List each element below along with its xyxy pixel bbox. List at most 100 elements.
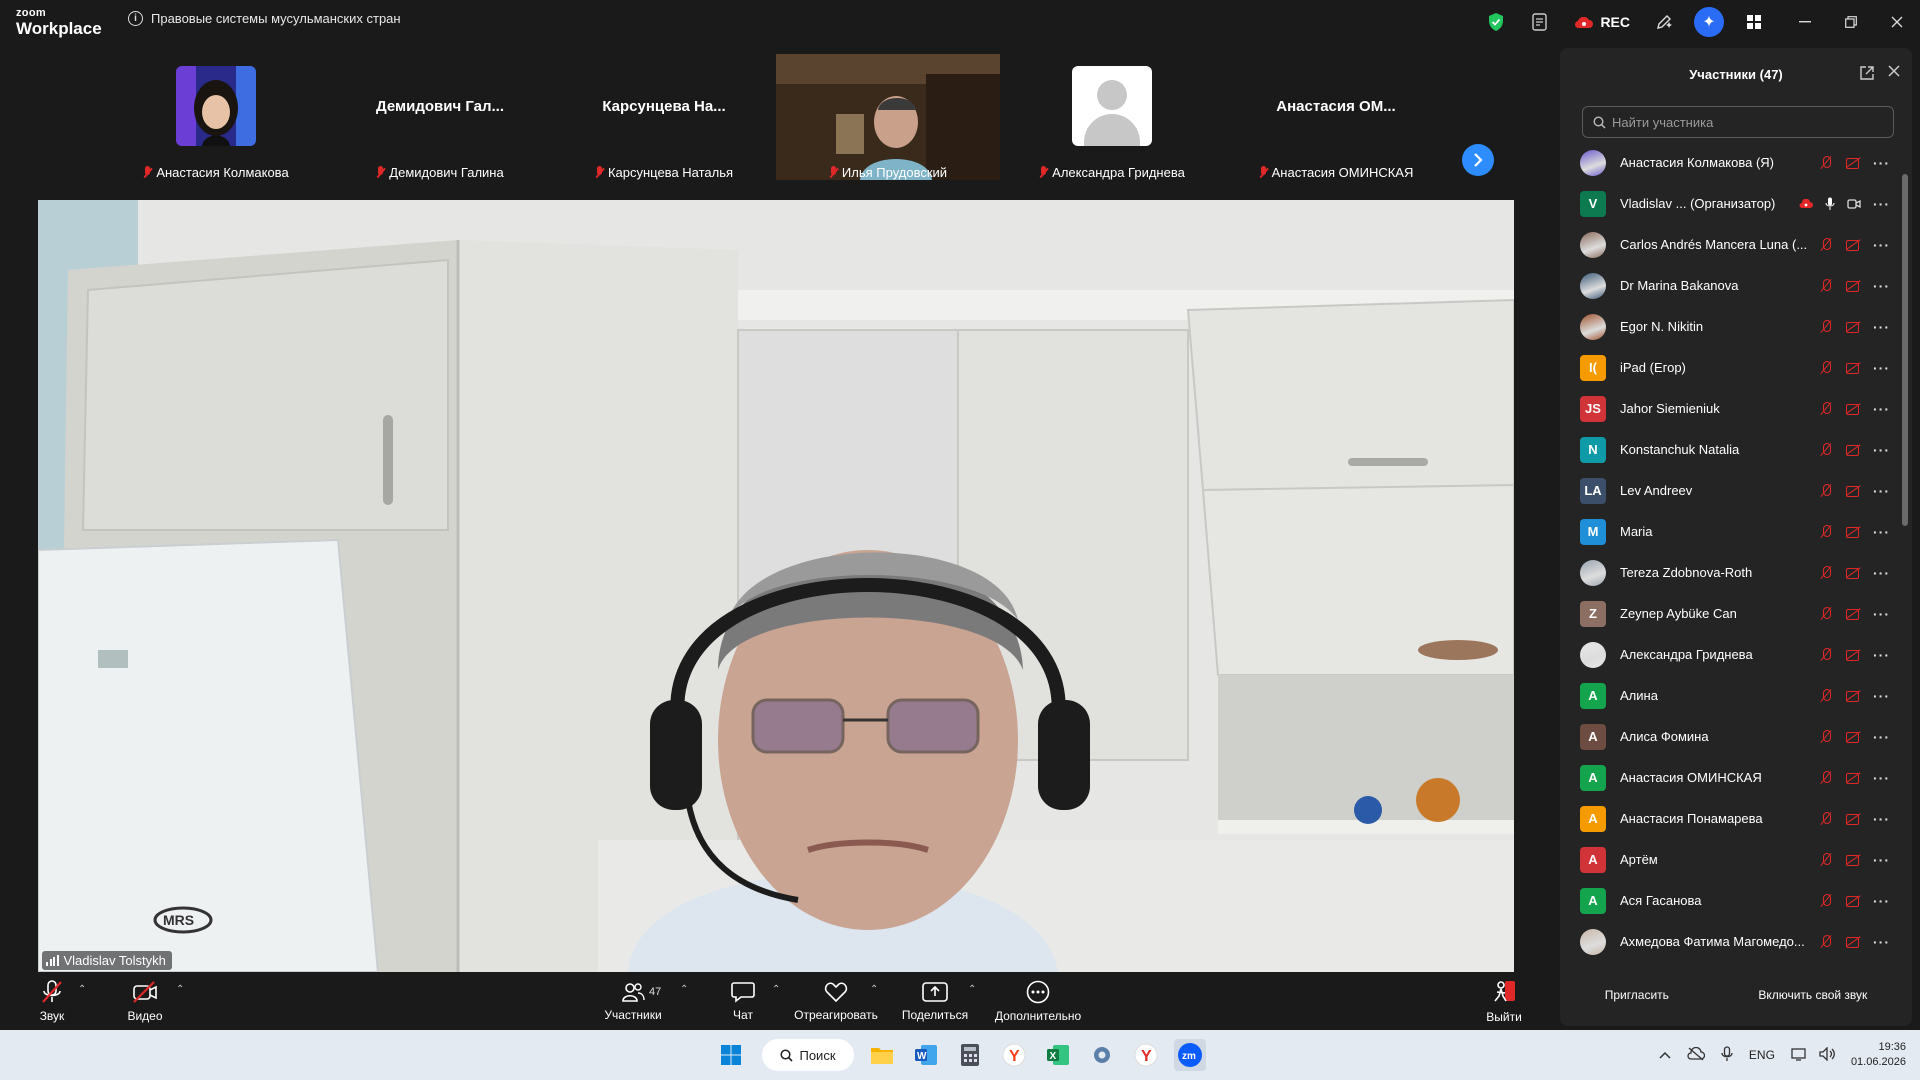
participant-more-icon[interactable]: ···: [1873, 647, 1890, 663]
camera-off-icon[interactable]: [1846, 402, 1861, 415]
video-button[interactable]: Видео: [124, 972, 166, 1030]
participant-more-icon[interactable]: ···: [1873, 483, 1890, 499]
excel-icon[interactable]: X: [1042, 1039, 1074, 1071]
participant-row[interactable]: Ахмедова Фатима Магомедо... ···: [1560, 921, 1900, 962]
share-button[interactable]: Поделиться: [900, 972, 970, 1030]
participant-search[interactable]: [1582, 106, 1894, 138]
participant-more-icon[interactable]: ···: [1873, 237, 1890, 253]
mic-muted-icon[interactable]: [1819, 238, 1834, 251]
camera-off-icon[interactable]: [1846, 566, 1861, 579]
chat-options-caret[interactable]: ⌃: [772, 984, 780, 995]
ai-companion-icon[interactable]: ✦: [1694, 7, 1724, 37]
camera-off-icon[interactable]: [1846, 238, 1861, 251]
camera-off-icon[interactable]: [1846, 443, 1861, 456]
gallery-next-page-button[interactable]: [1462, 144, 1494, 176]
participant-more-icon[interactable]: ···: [1873, 688, 1890, 704]
mic-muted-icon[interactable]: [1819, 853, 1834, 866]
yandex-browser-icon[interactable]: Y: [998, 1039, 1030, 1071]
mic-muted-icon[interactable]: [1819, 771, 1834, 784]
participant-row[interactable]: Анастасия Колмакова (Я) ···: [1560, 142, 1900, 183]
apps-grid-icon[interactable]: [1732, 0, 1776, 44]
more-button[interactable]: Дополнительно: [992, 972, 1084, 1030]
participant-more-icon[interactable]: ···: [1873, 401, 1890, 417]
calculator-icon[interactable]: [954, 1039, 986, 1071]
audio-options-caret[interactable]: ⌃: [78, 984, 86, 995]
participant-row[interactable]: N Konstanchuk Natalia ···: [1560, 429, 1900, 470]
participant-more-icon[interactable]: ···: [1873, 319, 1890, 335]
participant-row[interactable]: Dr Marina Bakanova ···: [1560, 265, 1900, 306]
participant-more-icon[interactable]: ···: [1873, 524, 1890, 540]
camera-off-icon[interactable]: [1846, 894, 1861, 907]
camera-off-icon[interactable]: [1846, 279, 1861, 292]
participants-scrollbar-thumb[interactable]: [1902, 174, 1908, 526]
mic-muted-icon[interactable]: [1819, 812, 1834, 825]
taskbar-search[interactable]: Поиск: [762, 1039, 854, 1071]
tray-overflow-chevron-icon[interactable]: [1659, 1048, 1671, 1062]
chat-button[interactable]: Чат: [728, 972, 758, 1030]
participant-more-icon[interactable]: ···: [1873, 893, 1890, 909]
participant-tile[interactable]: Анастасия Колмакова: [104, 54, 328, 180]
mic-muted-icon[interactable]: [1819, 566, 1834, 579]
minimize-button[interactable]: [1782, 0, 1828, 44]
camera-off-icon[interactable]: [1846, 361, 1861, 374]
camera-off-icon[interactable]: [1846, 525, 1861, 538]
camera-off-icon[interactable]: [1846, 812, 1861, 825]
mic-muted-icon[interactable]: [1819, 443, 1834, 456]
participant-row[interactable]: Александра Гриднева ···: [1560, 634, 1900, 675]
participant-tile[interactable]: Анастасия ОМ... Анастасия ОМИНСКАЯ: [1224, 54, 1448, 180]
unmute-self-button[interactable]: Включить свой звук: [1746, 980, 1879, 1010]
mic-muted-icon[interactable]: [1819, 156, 1834, 169]
mic-muted-icon[interactable]: [1819, 689, 1834, 702]
participant-row[interactable]: V Vladislav ... (Организатор) ···: [1560, 183, 1900, 224]
camera-off-icon[interactable]: [1846, 484, 1861, 497]
zoom-app-icon[interactable]: zm: [1174, 1039, 1206, 1071]
participant-more-icon[interactable]: ···: [1873, 196, 1890, 212]
annotate-pen-icon[interactable]: [1642, 0, 1686, 44]
camera-off-icon[interactable]: [1846, 156, 1861, 169]
participant-row[interactable]: А Артём ···: [1560, 839, 1900, 880]
camera-off-icon[interactable]: [1846, 935, 1861, 948]
participant-row[interactable]: Tereza Zdobnova-Roth ···: [1560, 552, 1900, 593]
camera-off-icon[interactable]: [1846, 689, 1861, 702]
notes-icon[interactable]: [1518, 0, 1562, 44]
camera-off-icon[interactable]: [1846, 730, 1861, 743]
close-panel-icon[interactable]: [1888, 64, 1900, 82]
mic-muted-icon[interactable]: [1819, 525, 1834, 538]
participant-row[interactable]: Egor N. Nikitin ···: [1560, 306, 1900, 347]
participant-row[interactable]: LA Lev Andreev ···: [1560, 470, 1900, 511]
participant-more-icon[interactable]: ···: [1873, 729, 1890, 745]
react-button[interactable]: Отреагировать: [792, 972, 880, 1030]
restore-button[interactable]: [1828, 0, 1874, 44]
participant-tile[interactable]: Демидович Гал... Демидович Галина: [328, 54, 552, 181]
participant-row[interactable]: А Алиса Фомина ···: [1560, 716, 1900, 757]
participant-row[interactable]: А Анастасия ОМИНСКАЯ ···: [1560, 757, 1900, 798]
participant-more-icon[interactable]: ···: [1873, 934, 1890, 950]
mic-muted-icon[interactable]: [1819, 361, 1834, 374]
participant-row[interactable]: А Ася Гасанова ···: [1560, 880, 1900, 921]
mic-muted-icon[interactable]: [1819, 607, 1834, 620]
camera-off-icon[interactable]: [1846, 853, 1861, 866]
react-options-caret[interactable]: ⌃: [870, 984, 878, 995]
mic-muted-icon[interactable]: [1819, 730, 1834, 743]
participant-row[interactable]: Z Zeynep Aybüke Can ···: [1560, 593, 1900, 634]
participant-more-icon[interactable]: ···: [1873, 155, 1890, 171]
participant-more-icon[interactable]: ···: [1873, 770, 1890, 786]
video-options-caret[interactable]: ⌃: [176, 984, 184, 995]
camera-off-icon[interactable]: [1846, 771, 1861, 784]
participant-more-icon[interactable]: ···: [1873, 811, 1890, 827]
participant-search-input[interactable]: [1612, 114, 1882, 130]
participant-row[interactable]: А Анастасия Понамарева ···: [1560, 798, 1900, 839]
participant-more-icon[interactable]: ···: [1873, 565, 1890, 581]
active-speaker-video[interactable]: MRS Vladislav Tolstykh: [38, 200, 1514, 972]
invite-button[interactable]: Пригласить: [1593, 980, 1681, 1010]
network-icon[interactable]: [1791, 1047, 1809, 1064]
start-windows-icon[interactable]: [715, 1039, 747, 1071]
yandex-icon[interactable]: Y: [1130, 1039, 1162, 1071]
popout-icon[interactable]: [1860, 66, 1874, 85]
participants-button[interactable]: Участники: [600, 972, 666, 1030]
camera-off-icon[interactable]: [1846, 320, 1861, 333]
camera-off-icon[interactable]: [1846, 607, 1861, 620]
participant-more-icon[interactable]: ···: [1873, 852, 1890, 868]
participant-row[interactable]: Carlos Andrés Mancera Luna (... ···: [1560, 224, 1900, 265]
mic-muted-icon[interactable]: [1819, 894, 1834, 907]
